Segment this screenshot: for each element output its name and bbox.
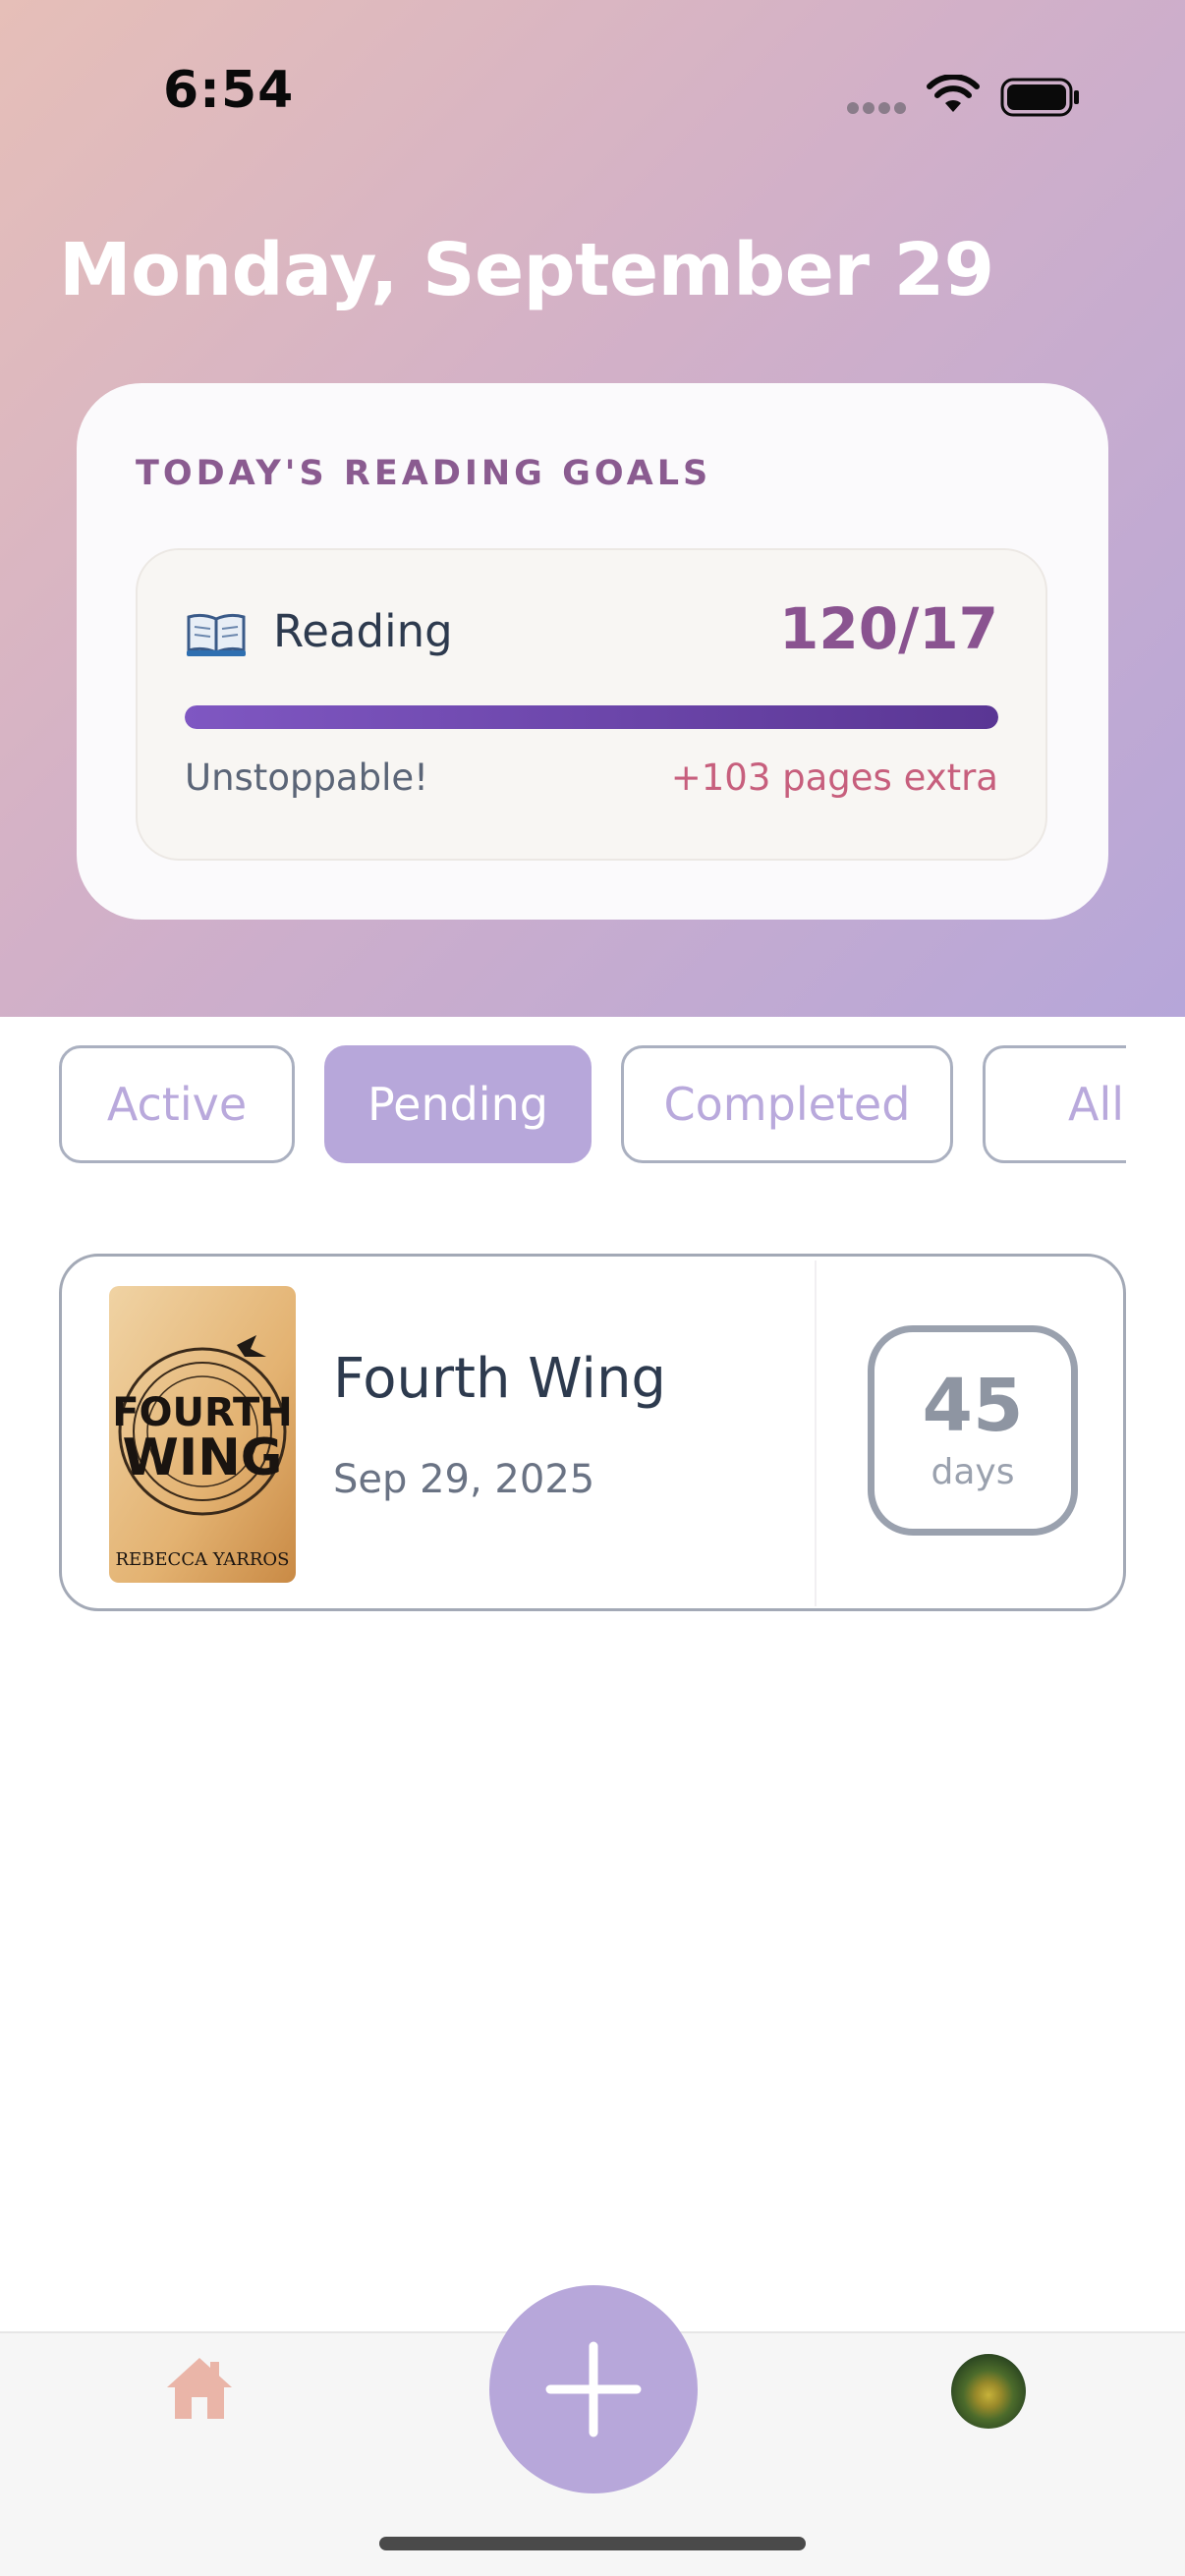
goal-count: 120/17 — [779, 595, 998, 662]
home-icon[interactable] — [163, 2354, 236, 2421]
days-value: 45 — [922, 1363, 1024, 1448]
tab-pending[interactable]: Pending — [324, 1045, 592, 1163]
status-time: 6:54 — [163, 61, 295, 120]
days-counter: 45 days — [868, 1325, 1078, 1536]
goal-progress-bar — [185, 705, 998, 729]
signal-icon — [847, 102, 908, 116]
reading-goals-card: TODAY'S READING GOALS Reading 120/17 Uns… — [77, 383, 1108, 920]
wifi-icon — [927, 75, 980, 112]
cover-title-line2: WING — [123, 1428, 283, 1487]
filter-tabs: Active Pending Completed All — [0, 1045, 1126, 1165]
goals-heading: TODAY'S READING GOALS — [136, 454, 712, 493]
goal-extra-text: +103 pages extra — [670, 756, 998, 799]
home-indicator — [379, 2537, 806, 2550]
card-divider — [815, 1260, 817, 1606]
cover-author: REBECCA YARROS — [115, 1549, 289, 1570]
goal-progress-fill — [185, 705, 998, 729]
book-date: Sep 29, 2025 — [333, 1457, 595, 1502]
book-title: Fourth Wing — [333, 1347, 666, 1411]
tab-completed[interactable]: Completed — [621, 1045, 953, 1163]
reading-goal-item[interactable]: Reading 120/17 Unstoppable! +103 pages e… — [136, 548, 1047, 861]
profile-avatar[interactable] — [951, 2354, 1026, 2429]
add-book-button[interactable] — [489, 2285, 698, 2493]
status-bar: 6:54 — [0, 0, 1185, 196]
page-title: Monday, September 29 — [59, 228, 994, 312]
tab-active[interactable]: Active — [59, 1045, 295, 1163]
battery-icon — [1000, 78, 1079, 117]
book-card[interactable]: FOURTH WING REBECCA YARROS Fourth Wing S… — [59, 1254, 1126, 1611]
goal-label: Reading — [273, 605, 453, 657]
open-book-icon — [187, 613, 246, 656]
goal-status-text: Unstoppable! — [185, 756, 428, 799]
plus-icon — [545, 2341, 642, 2437]
tab-all[interactable]: All — [983, 1045, 1126, 1163]
book-cover: FOURTH WING REBECCA YARROS — [109, 1286, 296, 1583]
days-unit: days — [931, 1451, 1015, 1492]
